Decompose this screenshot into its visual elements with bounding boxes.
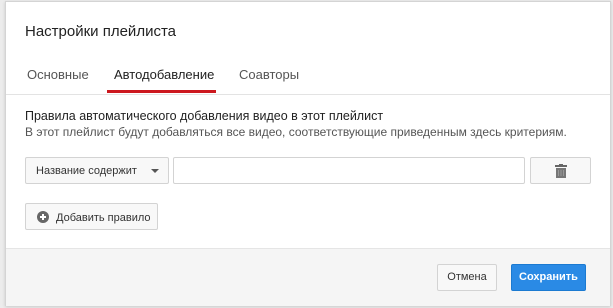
rules-heading: Правила автоматического добавления видео…	[25, 109, 384, 123]
rule-condition-value: Название содержит	[36, 165, 137, 177]
playlist-settings-dialog: Настройки плейлиста Основные Автодобавле…	[5, 1, 611, 306]
active-tab-indicator	[107, 90, 216, 93]
rule-condition-select[interactable]: Название содержит	[25, 157, 169, 184]
rule-value-input[interactable]	[173, 157, 525, 184]
tabs-divider	[6, 94, 610, 95]
delete-rule-button[interactable]	[530, 157, 591, 184]
rules-description: В этот плейлист будут добавляться все ви…	[25, 125, 567, 139]
tab-collaborators[interactable]: Соавторы	[239, 67, 299, 82]
chevron-down-icon	[151, 169, 159, 173]
tab-bar: Основные Автодобавление Соавторы	[6, 60, 610, 94]
tab-auto-add[interactable]: Автодобавление	[114, 67, 214, 82]
save-button[interactable]: Сохранить	[511, 264, 586, 291]
tab-basic[interactable]: Основные	[27, 67, 89, 82]
plus-circle-icon	[37, 211, 49, 223]
cancel-button[interactable]: Отмена	[437, 264, 497, 291]
dialog-title: Настройки плейлиста	[25, 23, 176, 40]
trash-icon	[555, 164, 567, 178]
add-rule-button[interactable]: Добавить правило	[25, 203, 158, 230]
add-rule-label: Добавить правило	[56, 212, 151, 224]
dialog-footer: Отмена Сохранить	[6, 248, 610, 306]
